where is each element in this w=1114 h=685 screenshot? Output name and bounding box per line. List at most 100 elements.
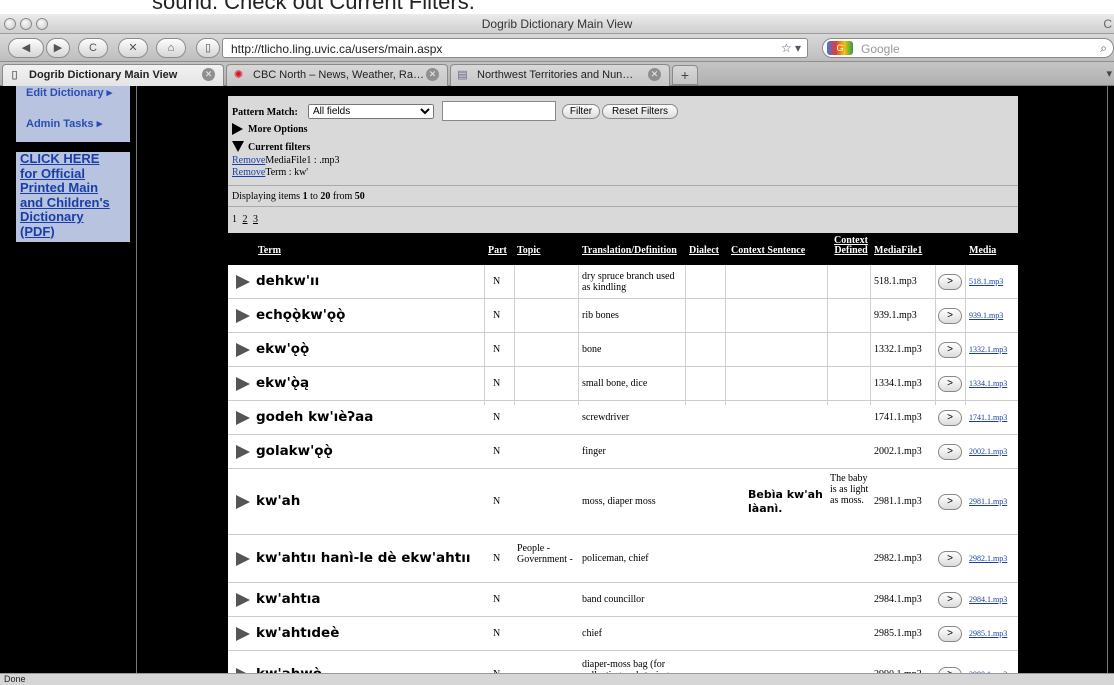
sidebar-item-admin-tasks[interactable]: Admin Tasks ▸: [26, 117, 102, 130]
pdf-link-line[interactable]: CLICK HERE: [16, 152, 130, 167]
header-context-sentence[interactable]: Context Sentence: [731, 245, 805, 256]
header-dialect[interactable]: Dialect: [689, 245, 719, 256]
play-audio-button[interactable]: >: [938, 342, 962, 358]
filter-text-input[interactable]: [442, 101, 556, 121]
play-audio-button[interactable]: >: [938, 308, 962, 324]
url-text: http://tlicho.ling.uvic.ca/users/main.as…: [231, 42, 443, 56]
media-link[interactable]: 1334.1.mp3: [969, 379, 1007, 388]
results-table: Term Part Topic Translation/Definition D…: [228, 233, 1018, 673]
stop-button[interactable]: ✕: [118, 38, 148, 58]
document-icon: ▤: [457, 69, 468, 81]
mediafile-cell: 939.1.mp3: [874, 310, 917, 321]
media-link[interactable]: 2002.1.mp3: [969, 447, 1007, 456]
search-placeholder: Google: [861, 42, 900, 56]
remove-filter-link[interactable]: Remove: [232, 155, 265, 166]
media-link[interactable]: 2981.1.mp3: [969, 497, 1007, 506]
media-link[interactable]: 2985.1.mp3: [969, 629, 1007, 638]
expand-row-icon[interactable]: [236, 445, 250, 459]
play-audio-button[interactable]: >: [938, 592, 962, 608]
media-link[interactable]: 2982.1.mp3: [969, 554, 1007, 563]
page-link[interactable]: 3: [253, 214, 258, 225]
close-tab-icon[interactable]: ✕: [202, 68, 215, 81]
bookmark-star-icon[interactable]: ☆ ▾: [781, 41, 801, 55]
media-link[interactable]: 2984.1.mp3: [969, 595, 1007, 604]
close-tab-icon[interactable]: ✕: [426, 68, 439, 81]
tab-cbc-north[interactable]: ✺ CBC North – News, Weather, Ra… ✕: [226, 64, 448, 86]
expand-row-icon[interactable]: [236, 411, 250, 425]
sidebar-item-edit-dictionary[interactable]: Edit Dictionary ▸: [26, 86, 112, 99]
media-link[interactable]: 1741.1.mp3: [969, 413, 1007, 422]
play-audio-button[interactable]: >: [938, 410, 962, 426]
reload-button[interactable]: C: [78, 38, 108, 58]
play-audio-button[interactable]: >: [938, 376, 962, 392]
expand-triangle-icon[interactable]: [232, 123, 243, 135]
page-link[interactable]: 2: [243, 214, 248, 225]
header-mediafile[interactable]: MediaFile1: [874, 245, 922, 256]
header-part[interactable]: Part: [488, 245, 507, 256]
header-media[interactable]: Media: [969, 245, 996, 256]
play-audio-button[interactable]: >: [938, 626, 962, 642]
reset-filters-button[interactable]: Reset Filters: [602, 104, 678, 119]
caption-strip: sound. Check out Current Filters.: [0, 0, 1114, 14]
table-row: ekw'ǫ̀ą Nsmall bone, dice 1334.1.mp3 >1334.…: [228, 367, 1018, 401]
new-tab-button[interactable]: +: [672, 65, 698, 85]
filter-value: MediaFile1 : .mp3: [265, 155, 340, 166]
pdf-link-line[interactable]: for Official: [16, 167, 130, 182]
media-link[interactable]: 939.1.mp3: [969, 311, 1003, 320]
expand-row-icon[interactable]: [236, 552, 250, 566]
search-engine-icon[interactable]: G: [827, 41, 853, 55]
term-text: kw'ahwò: [256, 666, 322, 673]
part-cell: N: [493, 310, 501, 321]
pattern-match-select[interactable]: All fields: [308, 104, 434, 119]
definition-cell: diaper-moss bag (for collecting and stor…: [582, 659, 669, 673]
part-cell: N: [493, 628, 501, 639]
definition-cell: moss, diaper moss: [582, 496, 656, 507]
close-tab-icon[interactable]: ✕: [648, 68, 661, 81]
home-button[interactable]: ⌂: [156, 38, 186, 58]
page-info-button[interactable]: ▯: [196, 38, 220, 58]
term-text: ekw'ǫ̀ą: [256, 375, 310, 391]
collapse-triangle-icon[interactable]: [232, 141, 244, 152]
play-audio-button[interactable]: >: [938, 444, 962, 460]
expand-row-icon[interactable]: [236, 377, 250, 391]
pdf-link-line[interactable]: and Children's: [16, 196, 130, 211]
mediafile-cell: 1741.1.mp3: [874, 412, 922, 423]
forward-button[interactable]: ▶: [46, 38, 70, 58]
media-link[interactable]: 1332.1.mp3: [969, 345, 1007, 354]
tab-northwest-territories[interactable]: ▤ Northwest Territories and Nun… ✕: [450, 64, 670, 86]
filter-value: Term : kw': [265, 167, 309, 178]
more-options-link[interactable]: More Options: [248, 124, 308, 135]
expand-row-icon[interactable]: [236, 495, 250, 509]
expand-row-icon[interactable]: [236, 343, 250, 357]
play-audio-button[interactable]: >: [938, 274, 962, 290]
mediafile-cell: 1334.1.mp3: [874, 378, 922, 389]
search-icon[interactable]: ⌕: [1100, 41, 1107, 56]
definition-cell: policeman, chief: [582, 553, 649, 564]
header-topic[interactable]: Topic: [517, 245, 541, 256]
table-row: godeh kw'ıèʔaa Nscrewdriver 1741.1.mp3 >174…: [228, 401, 1018, 435]
pdf-link-line[interactable]: Printed Main: [16, 181, 130, 196]
tab-dictionary[interactable]: ▯ Dogrib Dictionary Main View ✕: [2, 64, 224, 86]
play-audio-button[interactable]: >: [938, 494, 962, 510]
url-bar[interactable]: http://tlicho.ling.uvic.ca/users/main.as…: [222, 38, 808, 58]
remove-filter-link[interactable]: Remove: [232, 167, 265, 178]
expand-row-icon[interactable]: [236, 627, 250, 641]
header-translation[interactable]: Translation/Definition: [582, 245, 677, 256]
tab-bar: ▯ Dogrib Dictionary Main View ✕ ✺ CBC No…: [0, 62, 1114, 86]
header-term[interactable]: Term: [258, 245, 281, 256]
expand-row-icon[interactable]: [236, 309, 250, 323]
back-button[interactable]: ◀: [8, 38, 44, 58]
header-context-defined[interactable]: Context Defined: [831, 236, 871, 256]
status-text: Done: [4, 674, 26, 684]
pdf-link-line[interactable]: (PDF): [16, 225, 130, 240]
term-text: golakw'ǫǫ̀: [256, 443, 333, 459]
tab-list-icon[interactable]: ▾: [1106, 67, 1112, 80]
pdf-link-line[interactable]: Dictionary: [16, 210, 130, 225]
tab-label: Dogrib Dictionary Main View: [29, 69, 178, 81]
media-link[interactable]: 518.1.mp3: [969, 277, 1003, 286]
expand-row-icon[interactable]: [236, 275, 250, 289]
play-audio-button[interactable]: >: [938, 551, 962, 567]
filter-button[interactable]: Filter: [562, 104, 600, 119]
search-input[interactable]: G Google ⌕: [822, 38, 1114, 58]
expand-row-icon[interactable]: [236, 593, 250, 607]
